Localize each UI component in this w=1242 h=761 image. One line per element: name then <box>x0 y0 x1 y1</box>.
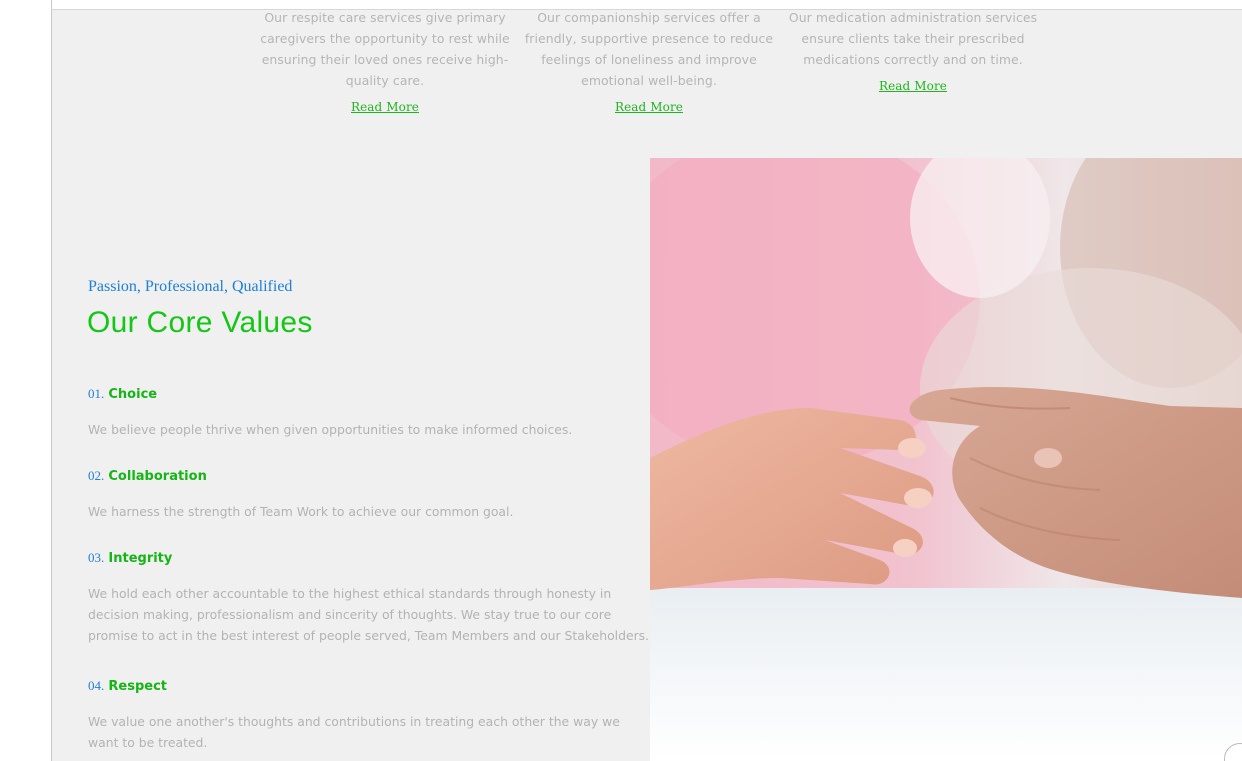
page: Our respite care services give primary c… <box>0 0 1242 761</box>
services-strip: Our respite care services give primary c… <box>52 10 1242 158</box>
core-value-collaboration: 02. Collaboration We harness the strengt… <box>88 467 653 522</box>
core-value-number: 04. <box>88 678 105 693</box>
caring-hands-photo <box>650 158 1242 761</box>
service-description: Our respite care services give primary c… <box>260 10 510 88</box>
core-value-number: 03. <box>88 550 105 565</box>
section-heading: Our Core Values <box>87 306 313 339</box>
core-value-description: We believe people thrive when given oppo… <box>88 422 573 437</box>
core-value-choice: 01. Choice We believe people thrive when… <box>88 385 653 440</box>
read-more-link[interactable]: Read More <box>351 97 419 118</box>
service-description: Our companionship services offer a frien… <box>524 10 774 88</box>
hands-illustration <box>650 158 1242 761</box>
core-value-description: We hold each other accountable to the hi… <box>88 586 650 643</box>
core-value-name: Collaboration <box>108 469 207 484</box>
core-value-integrity: 03. Integrity We hold each other account… <box>88 549 653 646</box>
core-value-title: 02. Collaboration <box>88 467 653 486</box>
core-value-description: We value one another's thoughts and cont… <box>88 714 620 750</box>
service-card-companionship: Our companionship services offer a frien… <box>518 7 780 118</box>
core-value-title: 03. Integrity <box>88 549 653 568</box>
core-value-name: Integrity <box>108 551 173 566</box>
core-value-title: 04. Respect <box>88 677 653 696</box>
service-card-medication: Our medication administration services e… <box>782 7 1044 97</box>
core-values-section: Passion, Professional, Qualified Our Cor… <box>52 158 650 761</box>
read-more-link[interactable]: Read More <box>879 76 947 97</box>
content-area: Our respite care services give primary c… <box>52 10 1242 761</box>
section-eyebrow: Passion, Professional, Qualified <box>88 278 293 295</box>
read-more-link[interactable]: Read More <box>615 97 683 118</box>
core-value-number: 01. <box>88 386 105 401</box>
service-description: Our medication administration services e… <box>788 10 1038 67</box>
core-value-respect: 04. Respect We value one another's thoug… <box>88 677 653 753</box>
core-value-description: We harness the strength of Team Work to … <box>88 504 514 519</box>
service-card-respite: Our respite care services give primary c… <box>254 7 516 118</box>
core-value-title: 01. Choice <box>88 385 653 404</box>
core-value-name: Respect <box>108 679 167 694</box>
core-value-name: Choice <box>108 387 158 402</box>
core-value-number: 02. <box>88 468 105 483</box>
